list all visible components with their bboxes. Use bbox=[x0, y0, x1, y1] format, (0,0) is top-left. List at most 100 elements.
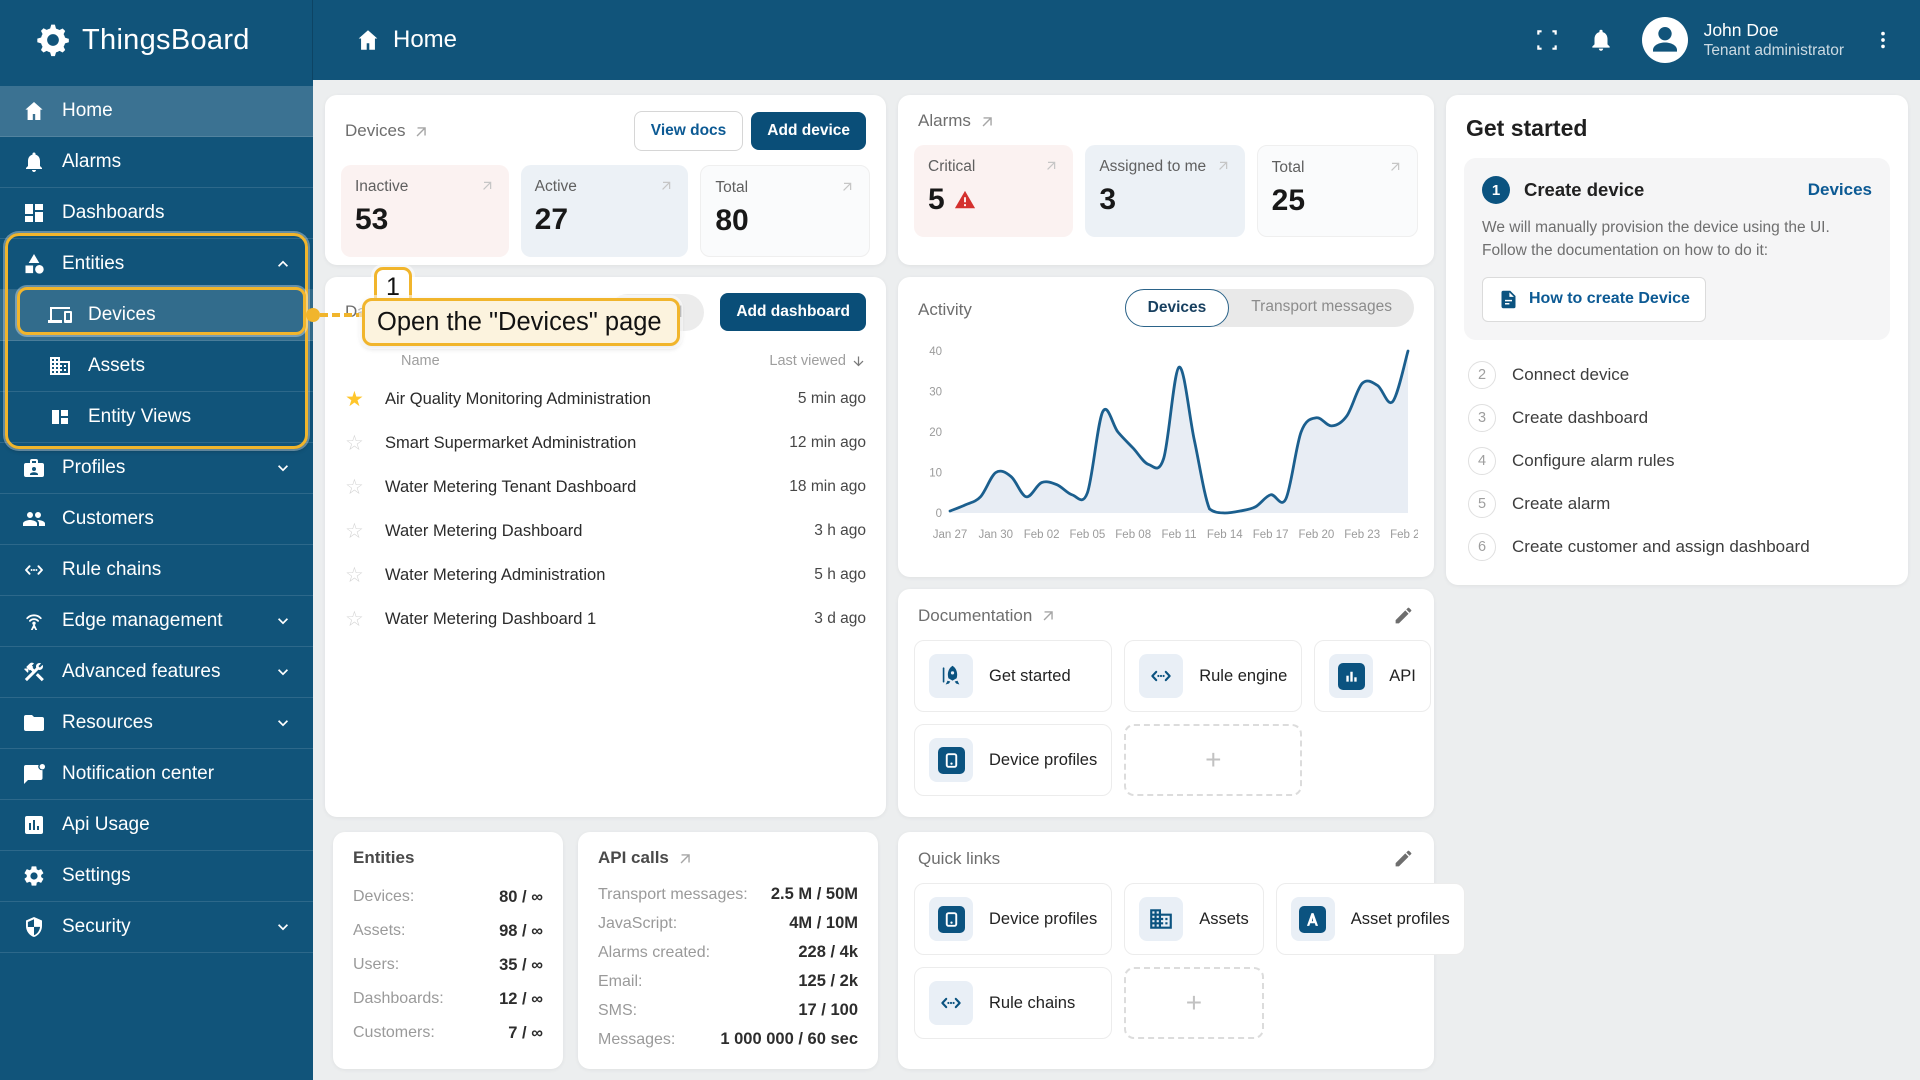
documentation-widget-title: Documentation bbox=[918, 605, 1033, 625]
sidebar-item-edge-management[interactable]: Edge management bbox=[0, 596, 313, 647]
sidebar-item-advanced-features[interactable]: Advanced features bbox=[0, 647, 313, 698]
svg-text:0: 0 bbox=[936, 508, 942, 520]
notifications-bell-icon[interactable] bbox=[1588, 27, 1614, 53]
sidebar-item-assets[interactable]: Assets bbox=[0, 341, 313, 392]
add-dashboard-button[interactable]: Add dashboard bbox=[720, 293, 866, 331]
star-icon[interactable]: ☆ bbox=[345, 563, 385, 588]
breadcrumb[interactable]: Home bbox=[355, 26, 457, 54]
chevron-down-icon bbox=[273, 611, 293, 631]
fullscreen-icon[interactable] bbox=[1534, 27, 1560, 53]
edit-pencil-icon[interactable] bbox=[1393, 605, 1414, 626]
svg-text:Jan 27: Jan 27 bbox=[933, 529, 968, 541]
link-rule-engine[interactable]: Rule engine bbox=[1124, 640, 1303, 712]
critical-stat-tile[interactable]: Critical 5 bbox=[914, 145, 1074, 237]
avatar[interactable] bbox=[1641, 17, 1688, 63]
stat-row-label: Customers: bbox=[353, 1024, 435, 1041]
home-icon bbox=[22, 99, 46, 123]
arrow-outward-icon[interactable] bbox=[677, 850, 694, 867]
dashboard-row[interactable]: ☆ Water Metering Tenant Dashboard 18 min… bbox=[345, 465, 866, 509]
star-icon[interactable]: ☆ bbox=[345, 607, 385, 632]
get-started-step-create-alarm[interactable]: 5 Create alarm bbox=[1464, 483, 1890, 526]
add-link-placeholder[interactable]: + bbox=[1124, 967, 1264, 1039]
document-icon bbox=[1498, 289, 1519, 310]
arrow-outward-icon[interactable] bbox=[445, 304, 452, 321]
total-stat-tile[interactable]: Total 80 bbox=[700, 165, 871, 257]
link-device-profiles[interactable]: Device profiles bbox=[914, 724, 1113, 796]
total-stat-tile[interactable]: Total 25 bbox=[1256, 145, 1418, 237]
rule-icon bbox=[22, 558, 46, 582]
dashboard-row[interactable]: ☆ Water Metering Dashboard 1 3 d ago bbox=[345, 597, 866, 641]
arrow-outward-icon[interactable] bbox=[979, 113, 996, 130]
sidebar-item-dashboards[interactable]: Dashboards bbox=[0, 188, 313, 239]
get-started-step-connect-device[interactable]: 2 Connect device bbox=[1464, 354, 1890, 397]
rocket-icon bbox=[929, 654, 973, 698]
link-device-profiles[interactable]: Device profiles bbox=[914, 883, 1113, 955]
add-link-placeholder[interactable]: + bbox=[1124, 724, 1303, 796]
link-label: Device profiles bbox=[989, 909, 1098, 928]
dashboard-row[interactable]: ☆ Smart Supermarket Administration 12 mi… bbox=[345, 421, 866, 465]
kebab-menu-icon[interactable] bbox=[1872, 29, 1894, 51]
get-started-step-create-dashboard[interactable]: 3 Create dashboard bbox=[1464, 397, 1890, 440]
inactive-stat-tile[interactable]: Inactive 53 bbox=[341, 165, 509, 257]
rule-icon bbox=[1139, 654, 1184, 698]
add-device-button[interactable]: Add device bbox=[751, 112, 866, 150]
get-started-step-active[interactable]: 1 Create device Devices We will manually… bbox=[1464, 158, 1890, 340]
sidebar-item-rule-chains[interactable]: Rule chains bbox=[0, 545, 313, 596]
sidebar-item-entity-views[interactable]: Entity Views bbox=[0, 392, 313, 443]
get-started-step-create-customer-and-assign-dashboard[interactable]: 6 Create customer and assign dashboard bbox=[1464, 526, 1890, 569]
step-devices-link[interactable]: Devices bbox=[1808, 180, 1872, 200]
view-docs-button[interactable]: View docs bbox=[633, 111, 744, 151]
sidebar-item-customers[interactable]: Customers bbox=[0, 494, 313, 545]
star-icon[interactable]: ☆ bbox=[345, 431, 385, 456]
stat-row-email: Email: 125 / 2k bbox=[598, 967, 858, 996]
toggle-devices[interactable]: Devices bbox=[1124, 289, 1230, 327]
dashboard-last-viewed: 12 min ago bbox=[789, 434, 866, 451]
sidebar-item-home[interactable]: Home bbox=[0, 86, 313, 137]
stat-label: Active bbox=[534, 178, 577, 195]
dashboard-row[interactable]: ☆ Water Metering Dashboard 3 h ago bbox=[345, 509, 866, 553]
dashboard-last-viewed: 18 min ago bbox=[789, 478, 866, 495]
step-number: 6 bbox=[1468, 533, 1496, 561]
sidebar-item-settings[interactable]: Settings bbox=[0, 851, 313, 902]
link-get-started[interactable]: Get started bbox=[914, 640, 1113, 712]
sidebar-item-label: Rule chains bbox=[62, 559, 162, 580]
column-last-viewed[interactable]: Last viewed bbox=[769, 353, 866, 369]
star-icon[interactable]: ☆ bbox=[345, 519, 385, 544]
step-label: Create dashboard bbox=[1512, 408, 1649, 427]
link-api[interactable]: API bbox=[1314, 640, 1431, 712]
device-profile-icon bbox=[929, 897, 973, 941]
arrow-outward-icon[interactable] bbox=[413, 123, 430, 140]
edit-pencil-icon[interactable] bbox=[1393, 848, 1414, 869]
get-started-step-configure-alarm-rules[interactable]: 4 Configure alarm rules bbox=[1464, 440, 1890, 483]
assigned-to-me-stat-tile[interactable]: Assigned to me 3 bbox=[1085, 145, 1245, 237]
sidebar-item-label: Settings bbox=[62, 865, 131, 886]
svg-text:30: 30 bbox=[929, 387, 942, 399]
warning-icon bbox=[954, 189, 976, 211]
step-description: We will manually provision the device us… bbox=[1482, 219, 1830, 260]
logo[interactable]: ThingsBoard bbox=[0, 0, 313, 80]
star-icon[interactable]: ☆ bbox=[345, 475, 385, 500]
link-assets[interactable]: Assets bbox=[1124, 883, 1264, 955]
starred-filter-chip[interactable]: Starred bbox=[609, 293, 705, 331]
how-to-create-device-button[interactable]: How to create Device bbox=[1482, 276, 1706, 322]
sidebar-item-resources[interactable]: Resources bbox=[0, 698, 313, 749]
sidebar-item-entities[interactable]: Entities bbox=[0, 239, 313, 290]
dashboard-row[interactable]: ☆ Water Metering Administration 5 h ago bbox=[345, 553, 866, 597]
arrow-outward-icon[interactable] bbox=[1040, 607, 1057, 624]
link-rule-chains[interactable]: Rule chains bbox=[914, 967, 1113, 1039]
active-stat-tile[interactable]: Active 27 bbox=[520, 165, 689, 257]
sidebar-item-alarms[interactable]: Alarms bbox=[0, 137, 313, 188]
get-started-title: Get started bbox=[1466, 115, 1588, 141]
sidebar-item-devices[interactable]: Devices bbox=[0, 290, 313, 341]
stat-row-customers: Customers: 7 / ∞ bbox=[353, 1016, 543, 1050]
star-icon[interactable]: ★ bbox=[345, 387, 385, 412]
rule-icon bbox=[929, 981, 973, 1025]
sidebar-item-notification-center[interactable]: Notification center bbox=[0, 749, 313, 800]
dashboard-row[interactable]: ★ Air Quality Monitoring Administration … bbox=[345, 377, 866, 421]
toggle-transport-messages[interactable]: Transport messages bbox=[1229, 289, 1414, 327]
stat-row-label: Devices: bbox=[353, 888, 415, 905]
sidebar-item-profiles[interactable]: Profiles bbox=[0, 443, 313, 494]
sidebar-item-api-usage[interactable]: Api Usage bbox=[0, 800, 313, 851]
link-asset-profiles[interactable]: Asset profiles bbox=[1275, 883, 1465, 955]
sidebar-item-security[interactable]: Security bbox=[0, 902, 313, 953]
